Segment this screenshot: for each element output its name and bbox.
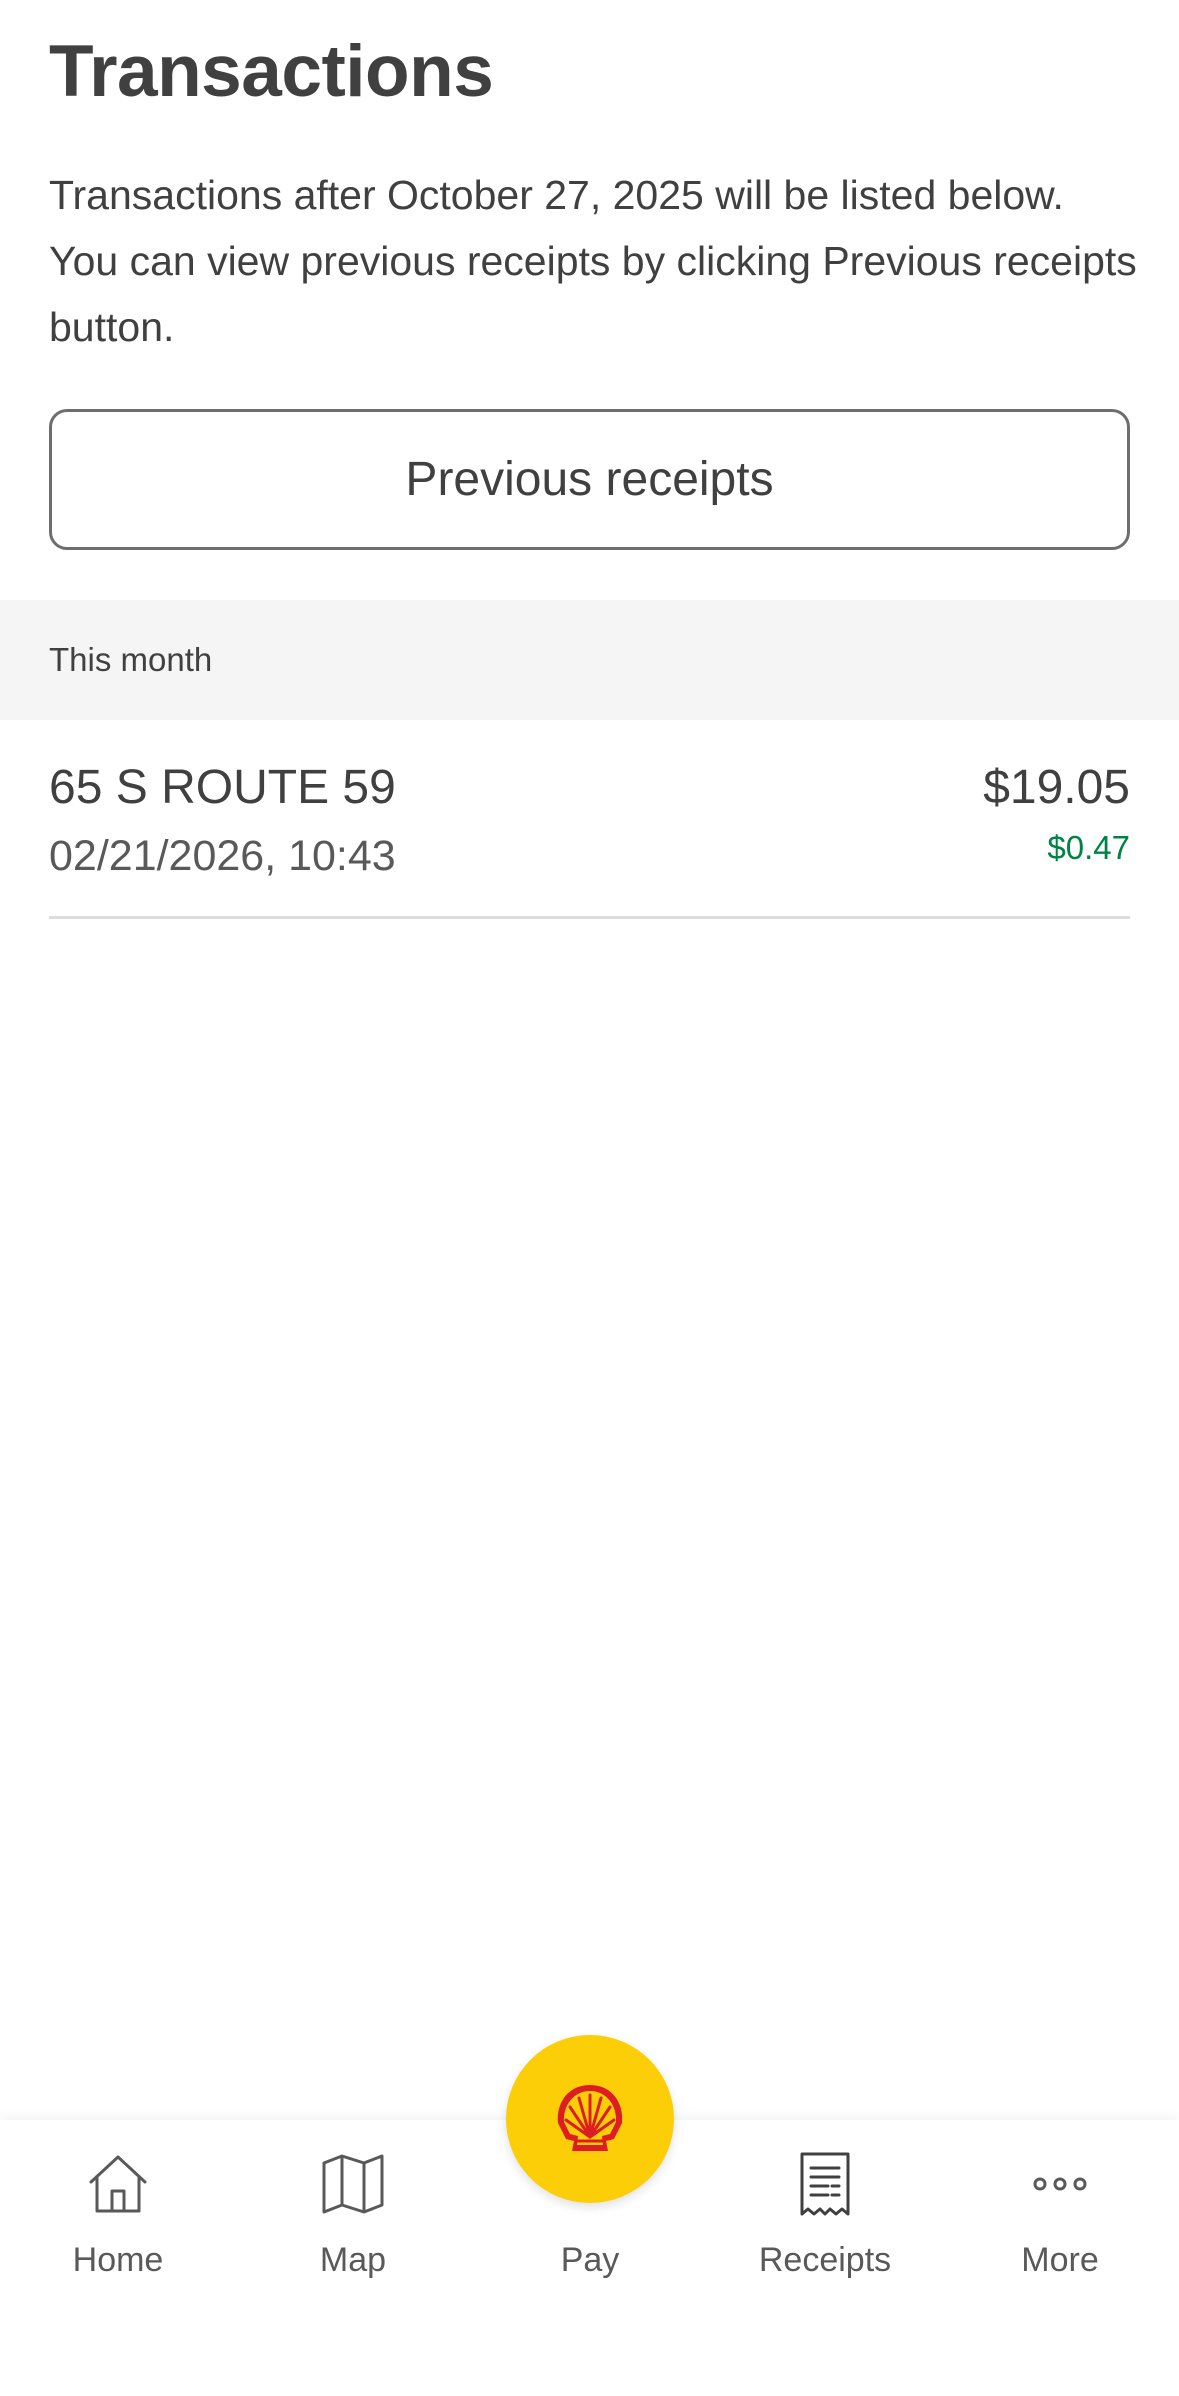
section-header-this-month: This month	[0, 600, 1179, 720]
pay-button[interactable]	[506, 2035, 674, 2203]
home-icon	[83, 2149, 153, 2219]
transaction-station: 65 S ROUTE 59	[49, 761, 396, 814]
previous-receipts-button[interactable]: Previous receipts	[49, 409, 1130, 550]
transaction-datetime: 02/21/2026, 10:43	[49, 832, 396, 880]
shell-logo-icon	[557, 2085, 623, 2151]
transaction-row[interactable]: 65 S ROUTE 59 02/21/2026, 10:43 $19.05 $…	[49, 720, 1130, 919]
tab-map[interactable]: Map	[253, 2120, 453, 2320]
tab-pay-label: Pay	[560, 2241, 620, 2279]
receipt-icon	[790, 2149, 860, 2219]
tab-receipts[interactable]: Receipts	[725, 2120, 925, 2320]
tab-receipts-label: Receipts	[758, 2241, 892, 2279]
more-dots-icon	[1025, 2149, 1095, 2219]
section-label: This month	[49, 641, 213, 678]
tab-more-label: More	[1021, 2241, 1099, 2279]
map-icon	[318, 2149, 388, 2219]
tab-more[interactable]: More	[960, 2120, 1160, 2320]
tab-home-label: Home	[72, 2241, 164, 2279]
tab-home[interactable]: Home	[18, 2120, 218, 2320]
tab-map-label: Map	[319, 2241, 387, 2279]
transaction-amount: $19.05	[983, 761, 1130, 814]
transaction-savings: $0.47	[1047, 829, 1130, 866]
intro-text: Transactions after October 27, 2025 will…	[49, 172, 1137, 350]
page-title: Transactions	[49, 31, 494, 112]
